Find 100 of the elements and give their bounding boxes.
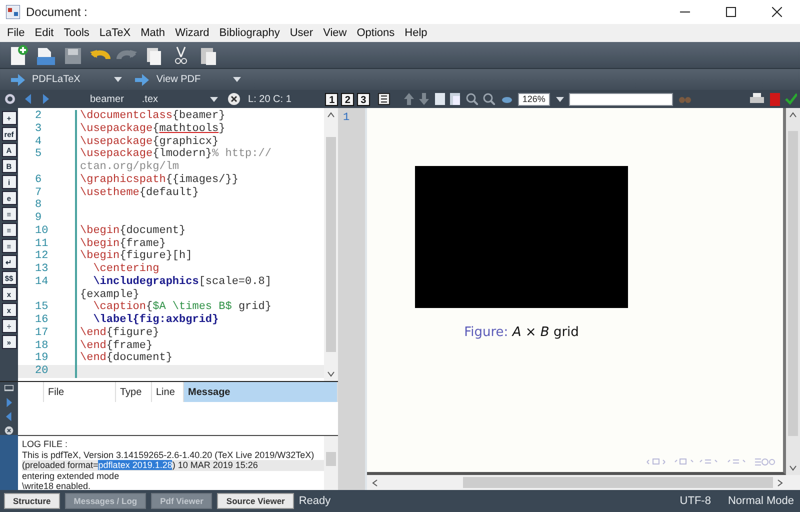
- code-editor[interactable]: [18, 108, 338, 381]
- caret-icon[interactable]: [210, 96, 218, 102]
- layout-button[interactable]: 2: [341, 92, 354, 106]
- refresh-icon[interactable]: [4, 93, 16, 105]
- menu-item[interactable]: File: [2, 24, 30, 42]
- maximize-icon[interactable]: [726, 7, 736, 17]
- line-number: 2: [35, 110, 42, 122]
- scroll-left-icon[interactable]: [371, 478, 379, 486]
- line-number: 8: [35, 199, 42, 212]
- horizontal-scrollbar[interactable]: [367, 475, 800, 490]
- menu-item[interactable]: Math: [136, 24, 170, 42]
- up-arrow-icon[interactable]: [404, 93, 414, 105]
- menu-item[interactable]: LaTeX: [94, 24, 136, 42]
- scroll-up-icon[interactable]: [789, 111, 797, 119]
- code-line: \includegraphics[scale=0.8]: [92, 276, 272, 288]
- scroll-up-icon[interactable]: [327, 111, 335, 119]
- code-line: \usepackage{lmodern}% http://: [80, 148, 272, 160]
- code-line: \centering: [92, 263, 160, 275]
- menu-item[interactable]: Options: [352, 24, 400, 42]
- close-icon[interactable]: [3, 426, 15, 435]
- code-line: {example}: [80, 288, 140, 300]
- mode-label: Normal Mode: [728, 494, 794, 509]
- code-line: \graphicspath{{images/}}: [80, 174, 238, 186]
- page-icon[interactable]: [434, 93, 445, 105]
- print-icon[interactable]: [750, 93, 764, 105]
- line-number: 18: [35, 340, 48, 352]
- code-line: \end{document}: [80, 352, 172, 364]
- close-icon[interactable]: [772, 7, 782, 17]
- scroll-down-icon[interactable]: [789, 464, 797, 472]
- encoding-label: UTF-8: [680, 494, 711, 509]
- zoom-out-icon[interactable]: [483, 93, 496, 105]
- menu-item[interactable]: Help: [400, 24, 432, 42]
- scrollbar[interactable]: [324, 108, 338, 381]
- column-header[interactable]: Message: [184, 382, 338, 402]
- log-line: entering extended mode: [22, 470, 120, 480]
- code-line: \usetheme{default}: [80, 186, 199, 198]
- menu-item[interactable]: Bibliography: [214, 24, 285, 42]
- close-icon[interactable]: [228, 93, 240, 105]
- line-number: 10: [35, 224, 48, 237]
- line-number: 3: [35, 122, 42, 135]
- arrow-icon: [134, 72, 150, 86]
- caret-icon: [114, 77, 122, 82]
- layout-button[interactable]: 1: [325, 92, 338, 106]
- menu-item[interactable]: Tools: [58, 24, 94, 42]
- menu-item[interactable]: Wizard: [170, 24, 214, 42]
- column-header[interactable]: File: [44, 382, 116, 402]
- code-line: \usepackage{graphicx}: [80, 136, 219, 148]
- compile-dropdown[interactable]: PDFLaTeX: [6, 72, 126, 87]
- menu-item[interactable]: User: [284, 24, 318, 42]
- scroll-down-icon[interactable]: [327, 370, 335, 378]
- menu-item[interactable]: View: [318, 24, 352, 42]
- code-line: \caption{$A \times B$ grid}: [92, 301, 272, 314]
- line-number: 12: [35, 250, 48, 262]
- log-line: (preloaded format=pdflatex 2019.1.28) 10 MAR 2019 15:26: [22, 460, 258, 470]
- code-line: \end{figure}: [80, 326, 160, 339]
- code-line: \end{frame}: [80, 340, 153, 352]
- code-line: \begin{frame}: [80, 238, 166, 250]
- line-number: 13: [35, 263, 48, 275]
- file-tab[interactable]: beamer: [90, 92, 124, 106]
- scrollbar[interactable]: [786, 108, 800, 475]
- status-message: Ready: [298, 494, 331, 509]
- next-icon[interactable]: [4, 398, 14, 407]
- structure-icon[interactable]: [378, 93, 390, 105]
- layout-button[interactable]: 3: [356, 92, 370, 106]
- monitor-icon[interactable]: [3, 385, 15, 393]
- line-number: 14: [35, 276, 48, 288]
- menu-item[interactable]: Edit: [30, 24, 59, 42]
- scroll-right-icon[interactable]: [776, 478, 784, 486]
- zoom-field[interactable]: 126%: [518, 92, 550, 106]
- caret-icon[interactable]: [556, 96, 564, 102]
- figure-caption: Figure: A × B grid: [464, 325, 579, 340]
- pages-icon[interactable]: [450, 93, 460, 105]
- new-file-icon[interactable]: [8, 44, 30, 66]
- log-line: \write18 enabled.: [22, 481, 91, 490]
- code-line: \usepackage{mathtools}: [80, 122, 226, 135]
- code-line: ctan.org/pkg/lm: [80, 161, 180, 173]
- panel-toggle-button[interactable]: Source Viewer: [217, 493, 294, 509]
- checkmark-icon[interactable]: [785, 93, 798, 105]
- arrow-icon: [10, 72, 26, 86]
- file-extension: .tex: [142, 92, 158, 106]
- line-number: 15: [35, 301, 48, 314]
- search-field[interactable]: [569, 92, 674, 106]
- line-number: 7: [35, 186, 42, 198]
- scrollbar[interactable]: [324, 436, 338, 490]
- previous-icon[interactable]: [4, 412, 14, 421]
- line-number: 1: [343, 112, 350, 124]
- code-line: \begin{figure}[h]: [80, 250, 192, 262]
- cursor-position: L: 20 C: 1: [248, 92, 292, 106]
- panel-toggle-button[interactable]: Structure: [4, 493, 60, 509]
- column-header[interactable]: Type: [116, 382, 152, 402]
- line-number: 11: [35, 238, 48, 250]
- log-line: LOG FILE :: [22, 439, 68, 449]
- down-arrow-icon[interactable]: [419, 93, 430, 105]
- line-number: 9: [35, 212, 42, 224]
- line-number: 4: [35, 136, 42, 148]
- view-dropdown[interactable]: View PDF: [130, 72, 245, 87]
- zoom-in-icon[interactable]: [466, 93, 478, 105]
- code-line: \begin{document}: [80, 224, 186, 237]
- caret-icon: [232, 77, 241, 82]
- app-logo-icon: [6, 5, 20, 19]
